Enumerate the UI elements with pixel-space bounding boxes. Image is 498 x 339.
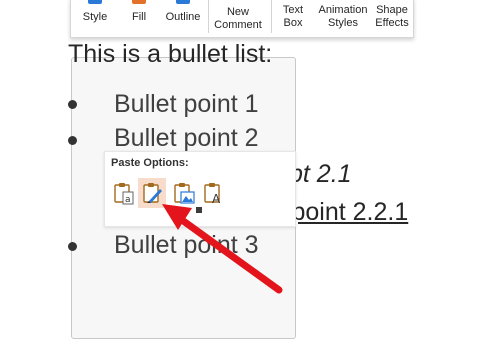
annotation-arrow [162,204,283,294]
